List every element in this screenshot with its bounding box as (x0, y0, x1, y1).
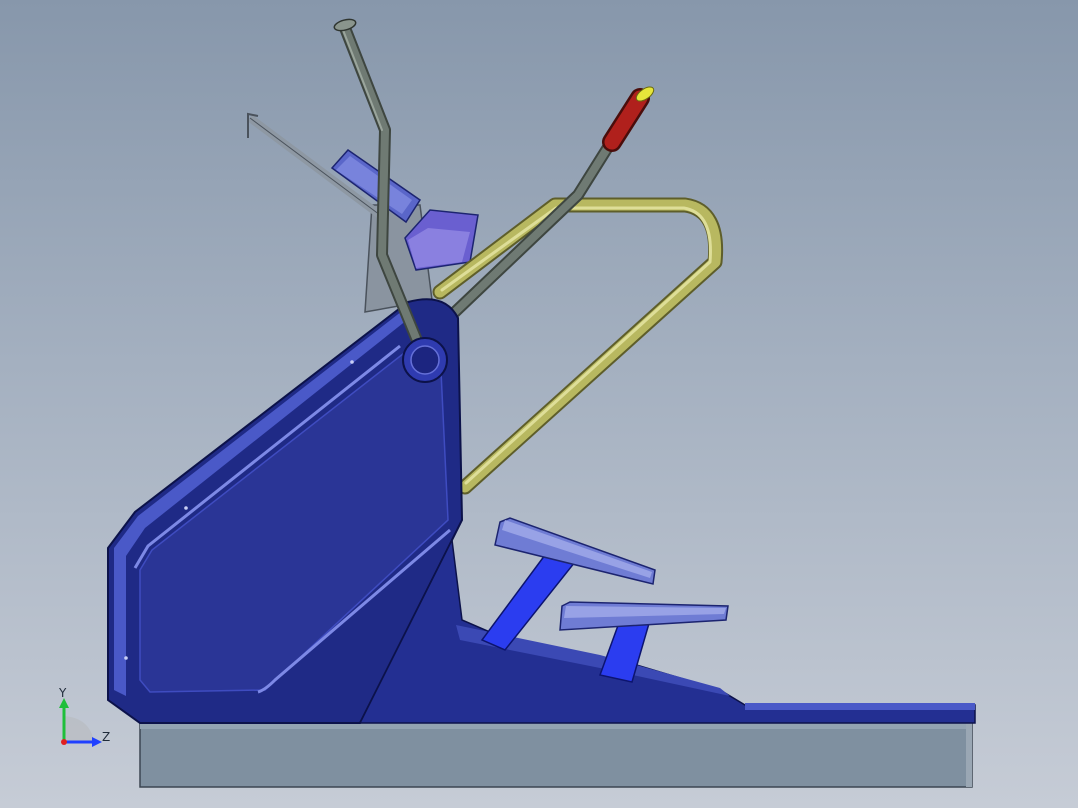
upper-step-pedal (494, 517, 656, 585)
handrail (432, 197, 724, 495)
cad-3d-viewport[interactable]: Y Z (0, 0, 1078, 808)
red-handle (602, 86, 655, 152)
base-plate (139, 722, 973, 788)
pivot-hub (402, 337, 448, 383)
axis-y-label: Y (59, 686, 67, 700)
stair-climber-machine-icon[interactable] (0, 0, 1078, 808)
axis-z-label: Z (102, 730, 111, 744)
machine-base (358, 537, 976, 724)
axis-triad: Y Z (52, 686, 122, 756)
left-lever-tip (333, 18, 357, 32)
